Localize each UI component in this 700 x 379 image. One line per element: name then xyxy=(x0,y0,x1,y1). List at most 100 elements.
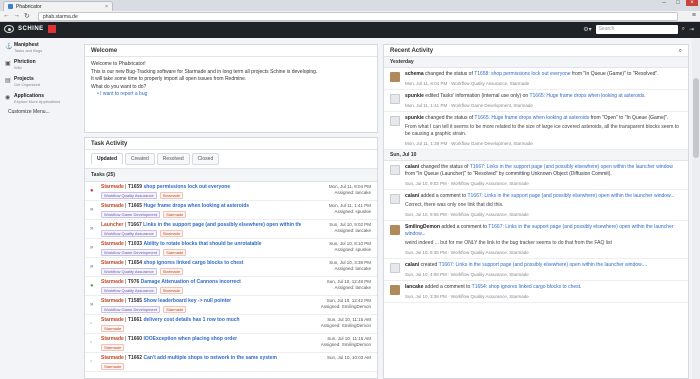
feed-user[interactable]: calani xyxy=(405,262,419,268)
project-tag[interactable]: Starmade xyxy=(163,249,187,256)
tab-created[interactable]: Created xyxy=(125,153,155,165)
project-tag[interactable]: Starmade xyxy=(159,268,184,275)
task-title-link[interactable]: shop permissions lock out everyone xyxy=(143,184,230,190)
project-tag[interactable]: Starmade xyxy=(159,192,184,199)
feed-task-link[interactable]: T1665: Huge frame drops when looking at … xyxy=(529,93,644,99)
feed-user[interactable]: calani xyxy=(405,164,419,170)
task-id[interactable]: T1585 xyxy=(128,298,142,304)
browser-tab[interactable]: Phabricator × xyxy=(3,1,113,11)
project-tag[interactable]: Workflow Game Development xyxy=(101,306,161,313)
task-id[interactable]: T1033 xyxy=(128,241,142,247)
feed-user[interactable]: spunkie xyxy=(405,93,424,99)
feed-user[interactable]: schema xyxy=(405,71,424,77)
task-id[interactable]: T1662 xyxy=(128,355,142,361)
settings-icon[interactable]: ⚙▾ xyxy=(583,26,591,33)
avatar[interactable] xyxy=(390,116,400,126)
task-title-link[interactable]: Show leaderboard key -> null pointer xyxy=(143,298,231,304)
back-icon[interactable]: ← xyxy=(3,12,10,19)
customize-menu-link[interactable]: Customize Menu... xyxy=(0,106,81,118)
task-row[interactable]: ● Starmade | T1659 shop permissions lock … xyxy=(85,182,377,201)
project-tag[interactable]: Workflow Quality Assurance xyxy=(101,287,157,294)
task-row[interactable]: » Starmade | T1585 Show leaderboard key -… xyxy=(85,296,377,315)
task-title-link[interactable]: Can't add multiple shops to network in t… xyxy=(143,355,276,361)
avatar[interactable] xyxy=(390,72,400,82)
task-id[interactable]: T1665 xyxy=(128,203,142,209)
search-input[interactable]: Search xyxy=(595,25,678,34)
close-window-icon[interactable]: × xyxy=(686,0,698,6)
feed-user[interactable]: spunkie xyxy=(405,115,424,121)
task-title-link[interactable]: shop ignores linked cargo blocks to ches… xyxy=(143,260,243,266)
task-title-link[interactable]: Huge frame drops when looking at asteroi… xyxy=(143,203,249,209)
feed-user[interactable]: calani xyxy=(405,193,419,199)
avatar[interactable] xyxy=(390,165,400,175)
task-id[interactable]: T976 xyxy=(128,279,139,285)
task-title-link[interactable]: Links in the support page (and possibly … xyxy=(143,222,301,228)
avatar[interactable] xyxy=(390,263,400,273)
task-row[interactable]: » Launcher | T1667 Links in the support p… xyxy=(85,220,377,239)
reload-icon[interactable]: ↻ xyxy=(24,12,30,20)
task-project[interactable]: Starmade xyxy=(101,241,124,247)
maximize-icon[interactable]: □ xyxy=(672,0,684,6)
feed-task-link[interactable]: T1665: Huge frame drops when looking at … xyxy=(474,115,589,121)
task-id[interactable]: T1659 xyxy=(128,184,142,190)
browser-menu-icon[interactable]: ≡ xyxy=(692,12,696,19)
task-title-link[interactable]: Damage Attenuation of Cannons incorrect xyxy=(141,279,241,285)
task-row[interactable]: » Starmade | T1033 Ability to rotate bloc… xyxy=(85,239,377,258)
feed-task-link[interactable]: T1667: Links in the support page (and po… xyxy=(467,193,674,199)
brand[interactable]: SCHINE xyxy=(4,25,56,33)
project-tag[interactable]: Starmade xyxy=(101,344,125,351)
avatar[interactable] xyxy=(390,94,400,104)
feed-task-link[interactable]: T1654: shop ignores linked cargo blocks … xyxy=(472,284,580,290)
task-row[interactable]: » Starmade | T1665 Huge frame drops when … xyxy=(85,201,377,220)
task-row[interactable]: ▫ Starmade | T1661 delivery cost details … xyxy=(85,315,377,334)
task-project[interactable]: Starmade xyxy=(101,336,124,342)
logout-icon[interactable]: ⇥ xyxy=(689,26,694,33)
project-tag[interactable]: Workflow Quality Assurance xyxy=(101,230,157,237)
task-project[interactable]: Starmade xyxy=(101,317,124,323)
project-tag[interactable]: Starmade xyxy=(163,211,187,218)
task-row[interactable]: ● Starmade | T976 Damage Attenuation of C… xyxy=(85,277,377,296)
task-project[interactable]: Starmade xyxy=(101,355,124,361)
address-bar[interactable]: phab.starma.de xyxy=(38,12,678,21)
project-tag[interactable]: Workflow Game Development xyxy=(101,211,161,218)
project-tag[interactable]: Starmade xyxy=(101,363,125,370)
task-title-link[interactable]: Ability to rotate blocks that should be … xyxy=(143,241,261,247)
tab-closed[interactable]: Closed xyxy=(191,153,220,165)
task-project[interactable]: Starmade xyxy=(101,298,124,304)
project-tag[interactable]: Workflow Quality Assurance xyxy=(101,192,157,199)
search-icon[interactable]: ⌕ xyxy=(679,48,682,55)
task-id[interactable]: T1661 xyxy=(128,317,142,323)
task-title-link[interactable]: IOOException when placing shop order xyxy=(143,336,237,342)
avatar[interactable] xyxy=(390,285,400,295)
scrollbar-thumb[interactable] xyxy=(693,78,699,158)
feed-task-link[interactable]: T1667: Links in the support page (and po… xyxy=(439,262,646,268)
task-title-link[interactable]: delivery cost details has 1 row too much xyxy=(143,317,239,323)
sidebar-item-phriction[interactable]: ▣ Phriction Wiki xyxy=(0,55,81,72)
project-tag[interactable]: Starmade xyxy=(159,230,184,237)
task-project[interactable]: Starmade xyxy=(101,203,124,209)
sidebar-item-applications[interactable]: ◉ Applications Explore More Applications xyxy=(0,89,81,106)
feed-task-link[interactable]: T1667: Links in the support page (and po… xyxy=(405,224,673,237)
project-tag[interactable]: Workflow Quality Assurance xyxy=(101,268,157,275)
task-project[interactable]: Starmade xyxy=(101,279,124,285)
task-id[interactable]: T1660 xyxy=(128,336,142,342)
tab-updated[interactable]: Updated xyxy=(91,153,123,165)
task-project[interactable]: Starmade xyxy=(101,260,124,266)
project-tag[interactable]: Starmade xyxy=(101,325,125,332)
feed-task-link[interactable]: T1658: shop permissions lock out everyon… xyxy=(474,71,570,77)
project-tag[interactable]: Starmade xyxy=(159,287,184,294)
project-tag[interactable]: Starmade xyxy=(163,306,187,313)
report-bug-link[interactable]: • I want to report a bug xyxy=(91,91,371,99)
avatar[interactable] xyxy=(390,194,400,204)
forward-icon[interactable]: → xyxy=(13,12,20,19)
feed-user[interactable]: lancake xyxy=(405,284,423,290)
feed-task-link[interactable]: T1667: Links in the support page (and po… xyxy=(470,164,673,170)
tab-resolved[interactable]: Resolved xyxy=(156,153,190,165)
task-id[interactable]: T1654 xyxy=(128,260,142,266)
avatar[interactable] xyxy=(390,225,400,235)
task-project[interactable]: Launcher xyxy=(101,222,124,228)
sidebar-item-maniphest[interactable]: ⚓ Maniphest Tasks and Bugs xyxy=(0,38,81,55)
close-tab-icon[interactable]: × xyxy=(105,4,108,10)
feed-user[interactable]: SmilingDemon xyxy=(405,224,440,230)
sidebar-item-projects[interactable]: ▤ Projects Get Organized xyxy=(0,72,81,89)
